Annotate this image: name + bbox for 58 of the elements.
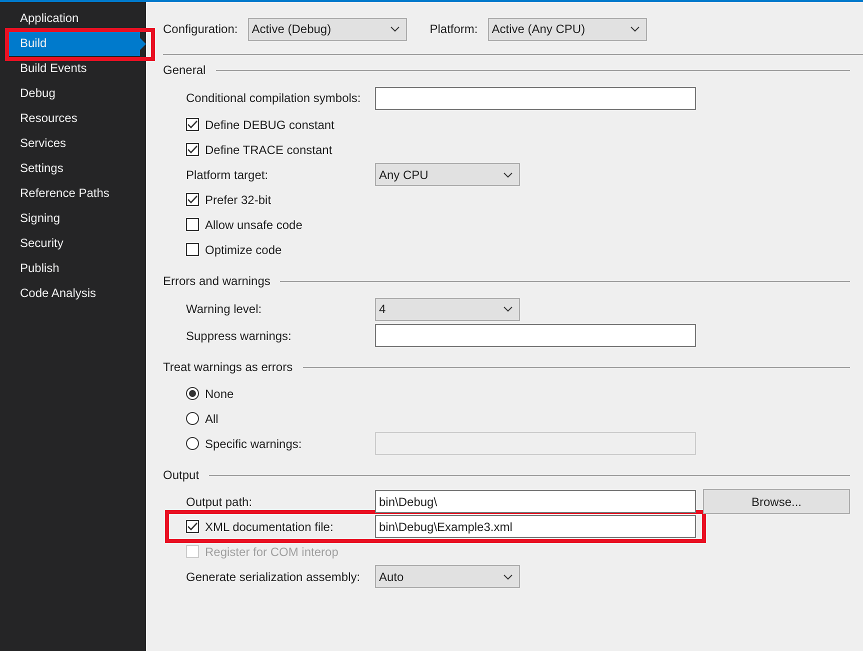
checkbox[interactable] [186, 143, 199, 156]
chevron-down-icon [503, 306, 513, 312]
checkbox[interactable] [186, 218, 199, 231]
chevron-down-icon [390, 26, 400, 32]
radio-label: None [205, 386, 235, 402]
sidebar-item[interactable]: Build Events [8, 56, 146, 81]
field-label: Platform target: [186, 166, 270, 184]
config-label: Configuration: [163, 21, 238, 38]
sidebar-item[interactable]: Signing [8, 206, 146, 231]
chevron-down-icon [630, 26, 640, 32]
sidebar-item[interactable]: Resources [8, 106, 146, 131]
section-title: Errors and warnings [163, 273, 270, 290]
configuration-dropdown[interactable]: Active (Debug) [248, 18, 407, 40]
radio-button[interactable] [186, 437, 199, 450]
checkbox-label: Prefer 32-bit [205, 192, 272, 208]
sidebar-item[interactable]: Publish [8, 256, 146, 281]
text-field[interactable] [375, 324, 696, 347]
section-title: Output [163, 467, 200, 484]
checkbox-label: Define TRACE constant [205, 142, 332, 158]
checkbox-label: Define DEBUG constant [205, 116, 334, 134]
checkbox-label: Allow unsafe code [205, 216, 302, 234]
sidebar-item[interactable]: Security [8, 231, 146, 256]
platform-label: Platform: [430, 21, 478, 38]
checkbox[interactable] [186, 118, 199, 131]
dropdown[interactable]: Any CPU [375, 163, 520, 186]
sidebar-item[interactable]: Debug [8, 81, 146, 106]
text-field[interactable] [375, 86, 696, 110]
section-title: Treat warnings as errors [163, 359, 293, 376]
radio-label: All [205, 410, 220, 428]
radio-button[interactable] [186, 387, 199, 400]
text-field[interactable]: bin\Debug\ [375, 490, 696, 513]
sidebar-item[interactable]: Code Analysis [8, 281, 146, 306]
field-label: Conditional compilation symbols: [186, 90, 362, 107]
checkbox[interactable] [186, 243, 199, 256]
chevron-down-icon [503, 172, 513, 178]
text-field[interactable]: bin\Debug\Example3.xml [375, 515, 696, 538]
checkbox[interactable] [186, 520, 199, 533]
field-label: Generate serialization assembly: [186, 568, 362, 586]
checkbox-label: XML documentation file: [205, 518, 334, 536]
checkbox-label: Register for COM interop [205, 544, 338, 560]
radio-label: Specific warnings: [205, 436, 303, 452]
checkbox-label: Optimize code [205, 242, 282, 258]
field-label: Warning level: [186, 301, 263, 318]
chevron-down-icon [503, 574, 513, 580]
checkbox[interactable] [186, 193, 199, 206]
sidebar-item[interactable]: Settings [8, 156, 146, 181]
sidebar-item[interactable]: Build [8, 31, 146, 56]
browse-button[interactable]: Browse... [703, 489, 850, 514]
sidebar-item[interactable]: Reference Paths [8, 181, 146, 206]
field-label: Output path: [186, 494, 254, 510]
dropdown[interactable]: Auto [375, 565, 520, 588]
radio-button[interactable] [186, 412, 199, 425]
sidebar-item[interactable]: Services [8, 131, 146, 156]
dropdown[interactable]: 4 [375, 298, 520, 320]
section-title: General [163, 62, 206, 79]
sidebar-item[interactable]: Application [8, 6, 146, 31]
platform-dropdown[interactable]: Active (Any CPU) [488, 18, 647, 40]
field-label: Suppress warnings: [186, 328, 292, 344]
